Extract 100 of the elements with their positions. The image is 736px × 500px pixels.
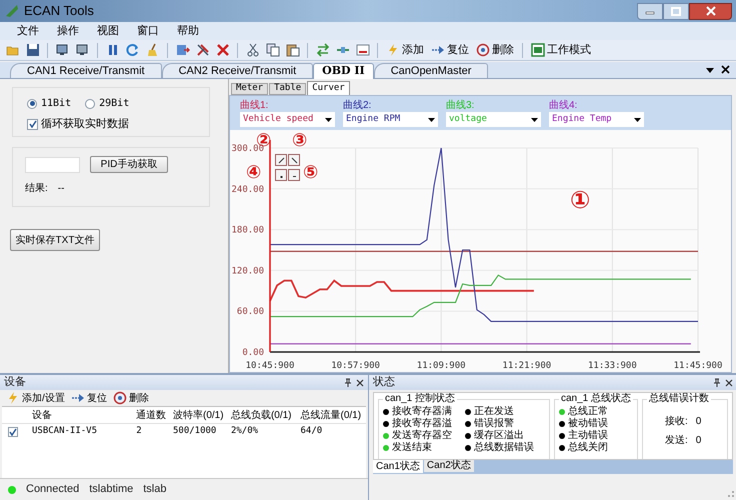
toolbar-button[interactable]: 添加 [384,41,426,59]
save-button[interactable] [24,42,41,58]
dropdown-icon [428,118,435,122]
window-title: ECAN Tools [24,2,94,20]
view-tab[interactable]: Table [269,83,306,95]
toolbar-button[interactable]: 删除 [474,41,516,59]
group-title: can_1 总线状态 [559,393,634,405]
curve-label: 曲线4: [549,100,578,112]
swap-icon [316,43,330,57]
minimize-button[interactable] [637,2,663,20]
view-tab[interactable]: Meter [231,83,268,95]
delete-icon [216,43,230,57]
save-txt-button[interactable]: 实时保存TXT文件 [10,229,100,251]
document-tab[interactable]: OBD II [313,63,374,79]
cut-icon [246,43,260,57]
status-label: 接收寄存器满 [392,406,452,418]
close-button[interactable] [689,2,732,20]
status-label: 缓存区溢出 [474,430,524,442]
document-tab[interactable]: CanOpenMaster [374,63,488,78]
zoom-button[interactable] [275,169,287,181]
document-tab[interactable]: CAN2 Receive/Transmit [162,63,314,78]
close-icon [706,6,716,16]
curve-select[interactable]: Engine Temp [549,112,644,127]
column-header[interactable]: 波特率(0/1) [168,408,227,422]
checkbox[interactable] [27,118,38,130]
leaf-icon [4,3,20,19]
paste-icon [286,43,300,57]
delete-button[interactable] [214,42,231,58]
copy-button[interactable] [264,42,281,58]
toolbar-button[interactable]: 添加/设置 [6,390,65,406]
document-tab[interactable]: CAN1 Receive/Transmit [10,63,162,78]
view-tab[interactable]: Curver [307,81,350,95]
column-header[interactable]: 通道数 [132,408,169,422]
menu-item[interactable]: 操作 [48,22,88,40]
radio-option[interactable]: 11Bit [27,96,72,111]
column-header[interactable]: 总线流量(0/1) [296,408,366,422]
table-cell-text: USBCAN-II-V5 [31,424,98,438]
radio-option[interactable]: 29Bit [85,96,130,111]
table-cell-text: 2 [135,424,143,438]
pid-fetch-button[interactable]: PID手动获取 [90,156,168,173]
status-tab[interactable]: Can2状态 [424,460,474,472]
menu-item[interactable]: 帮助 [168,22,208,40]
y-tick-label: 0.00 [242,348,264,358]
toolbar-button[interactable]: 复位 [70,390,107,406]
x-tick-label: 11:09:900 [416,361,466,371]
status-text: tslabtime [89,482,134,498]
pin-icon[interactable] [713,378,721,388]
status-label: 总线数据错误 [474,442,534,454]
dropdown-icon [634,118,641,122]
toolbar-button[interactable]: 复位 [429,41,471,59]
radio-button[interactable] [27,98,37,108]
toolbar-button[interactable]: 工作模式 [529,41,593,59]
column-header[interactable]: 设备 [28,408,132,422]
close-icon[interactable] [721,65,730,74]
column-header[interactable]: 总线负载(0/1) [226,408,296,422]
checkbox-option[interactable]: 循环获取实时数据 [27,116,195,132]
group-title: can_1 控制状态 [383,393,458,405]
curve-label: 曲线2: [343,100,372,112]
curve-select[interactable]: Engine RPM [343,112,438,127]
x-tick-label: 11:33:900 [588,361,637,371]
arrow-icon [70,391,85,405]
minus-icon [356,43,370,57]
table-cell-text: 500/1000 [172,424,218,438]
zoom-button[interactable] [275,154,287,166]
close-icon[interactable] [725,378,733,386]
maximize-icon [671,6,681,16]
status-label: 接收寄存器溢 [392,418,452,430]
check-icon [28,120,36,128]
table-cell-text: 64/0 [299,424,324,438]
tools-icon [196,43,210,57]
arrow-icon [431,43,445,57]
zoom-button[interactable] [288,169,300,181]
pid-input-field[interactable] [25,156,80,172]
pin-icon[interactable] [344,378,352,388]
checkbox[interactable] [8,426,18,436]
menu-item[interactable]: 窗口 [128,22,168,40]
panel-title: 状态 [373,374,395,390]
copy-icon [266,43,280,57]
panel-title: 设备 [4,375,26,390]
swap-button[interactable] [314,42,331,58]
radio-button[interactable] [85,98,96,108]
status-label: 发送寄存器空 [392,430,452,442]
result-value: -- [58,182,64,196]
menu-item[interactable]: 视图 [88,22,128,40]
curve-select[interactable]: Vehicle speed [240,112,335,127]
status-label: 发送结束 [392,442,432,454]
maximize-button[interactable] [663,2,689,20]
minus-button[interactable] [354,42,371,58]
menu-item[interactable]: 文件 [8,22,48,40]
dropdown-icon[interactable] [705,66,715,74]
paste-button[interactable] [284,42,301,58]
callout-number: ① [570,188,590,212]
export-icon [176,43,190,57]
group-title: 总线错误计数 [647,393,711,405]
broom-icon [146,43,160,57]
x-tick-label: 10:45:900 [246,361,294,371]
status-tab[interactable]: Can1状态 [373,460,423,473]
toolbar-button[interactable]: 删除 [112,390,149,406]
zoom-button[interactable] [288,154,300,166]
close-icon[interactable] [356,378,364,386]
